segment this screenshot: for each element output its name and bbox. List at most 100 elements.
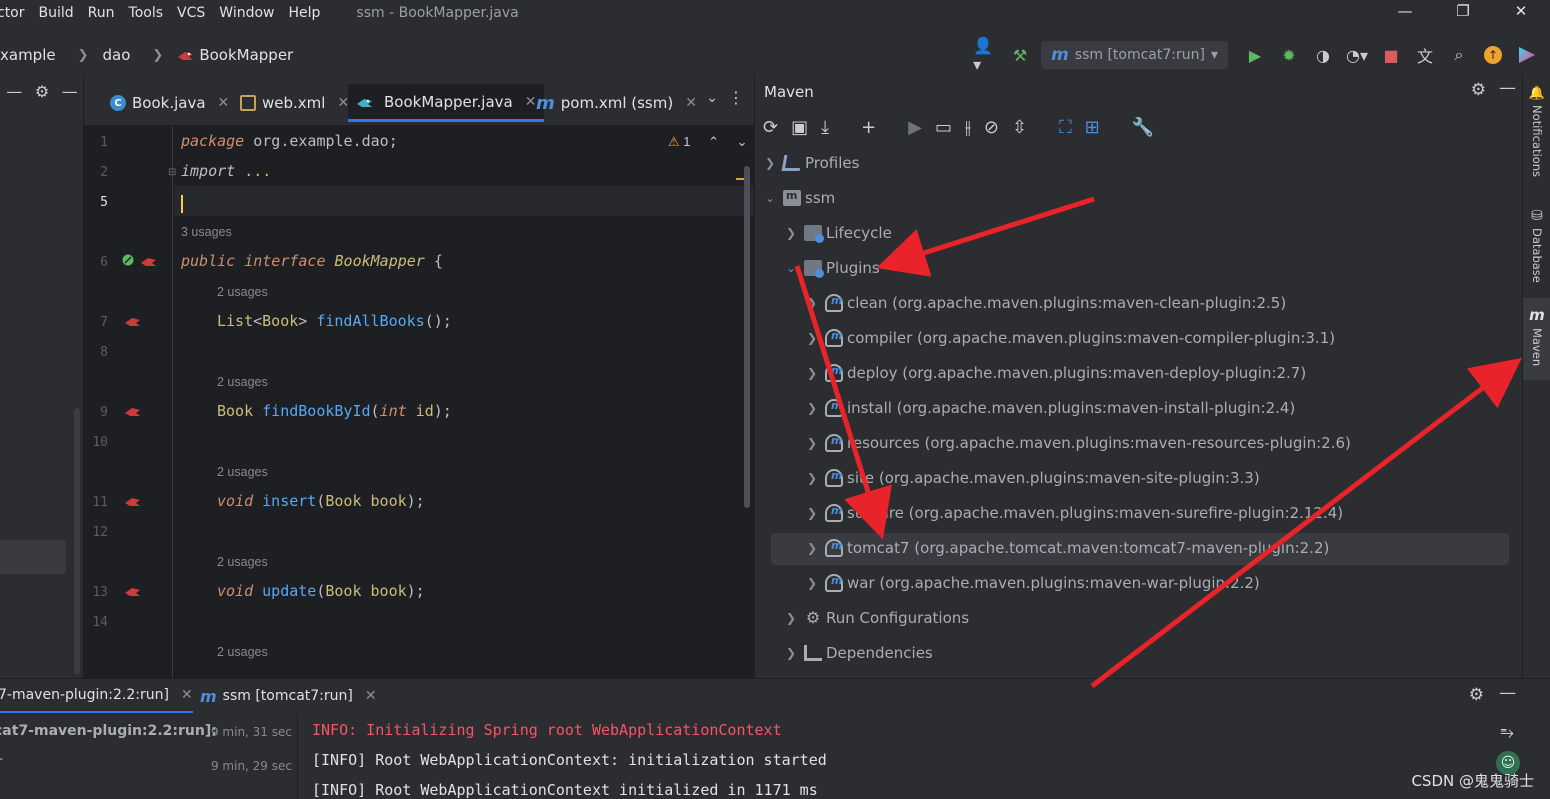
mybatis-bird-icon[interactable] xyxy=(140,255,158,267)
chevron-right-icon[interactable]: ❯ xyxy=(763,156,777,170)
run-tree-row[interactable]: cat7-maven-plugin:2.2:run]: 9 min, 31 se… xyxy=(0,717,298,747)
spring-leaf-icon[interactable] xyxy=(122,254,140,266)
close-window-icon[interactable]: ✕ xyxy=(1492,0,1550,26)
tree-item-plugins[interactable]: ⌄ Plugins xyxy=(784,253,880,283)
close-icon[interactable]: ✕ xyxy=(525,94,537,110)
database-tool-button[interactable]: ⛁ Database xyxy=(1523,208,1550,283)
menu-tools[interactable]: Tools xyxy=(129,5,164,21)
tree-item-run-configurations[interactable]: ❯ ⚙ Run Configurations xyxy=(784,603,969,633)
run-configuration-select[interactable]: m ssm [tomcat7:run] ▾ xyxy=(1041,41,1228,69)
chevron-down-icon[interactable]: ⌄ xyxy=(737,134,748,149)
plugin-logo-icon[interactable] xyxy=(1514,42,1540,68)
gear-icon[interactable]: ⚙ xyxy=(1471,80,1486,100)
tree-item-ssm[interactable]: ⌄ ssm xyxy=(763,183,835,213)
tree-item-plugin[interactable]: ❯ deploy (org.apache.maven.plugins:maven-… xyxy=(805,358,1306,388)
more-options-icon[interactable]: ⋮ xyxy=(728,88,744,107)
run-tree-row[interactable]: T 9 min, 29 sec xyxy=(0,751,298,781)
breadcrumb-package[interactable]: dao xyxy=(103,46,131,64)
mybatis-bird-icon[interactable] xyxy=(124,405,142,417)
menu-vcs[interactable]: VCS xyxy=(177,5,205,21)
chevron-right-icon[interactable]: ❯ xyxy=(784,226,798,240)
minimize-icon[interactable]: — xyxy=(62,82,78,101)
show-dependencies-icon[interactable]: ⛶ xyxy=(1059,117,1072,138)
chevron-right-icon[interactable]: ❯ xyxy=(805,296,819,310)
tree-item-lifecycle[interactable]: ❯ Lifecycle xyxy=(784,218,892,248)
analyze-icon[interactable]: ⊞ xyxy=(1085,117,1100,138)
tab-bookmapper-java[interactable]: BookMapper.java ✕ xyxy=(348,84,545,122)
usages-hint[interactable]: 2 usages xyxy=(217,645,268,659)
usages-hint[interactable]: 2 usages xyxy=(217,375,268,389)
debug-bug-icon[interactable]: ✹ xyxy=(1276,42,1302,68)
console-output[interactable]: INFO: Initializing Spring root WebApplic… xyxy=(312,713,1492,799)
user-icon[interactable]: 👤▾ xyxy=(973,36,999,74)
minimize-icon[interactable]: — xyxy=(1499,683,1516,703)
editor-scrollbar[interactable] xyxy=(744,166,750,508)
menu-refactor[interactable]: ctor xyxy=(0,5,25,21)
close-icon[interactable]: ✕ xyxy=(365,688,377,704)
minimize-icon[interactable]: — xyxy=(1499,78,1516,98)
project-scrollbar[interactable] xyxy=(74,408,80,674)
maven-tool-button[interactable]: m Maven xyxy=(1523,298,1550,380)
tree-item-plugin[interactable]: ❯ resources (org.apache.maven.plugins:mav… xyxy=(805,428,1351,458)
tree-item-dependencies[interactable]: ❯ Dependencies xyxy=(784,638,933,668)
code-area[interactable]: package org.example.dao; import ... 3 us… xyxy=(181,126,741,678)
menu-help[interactable]: Help xyxy=(288,5,320,21)
tab-book-java[interactable]: C Book.java ✕ xyxy=(110,84,229,122)
build-hammer-icon[interactable]: ⚒ xyxy=(1007,42,1033,68)
run-config-icon[interactable]: ▭ xyxy=(935,117,952,138)
menu-run[interactable]: Run xyxy=(88,5,115,21)
chevron-down-icon[interactable]: ⌄ xyxy=(784,261,798,275)
reload-icon[interactable]: ⟳ xyxy=(763,117,778,138)
gear-icon[interactable]: ⚙ xyxy=(1469,685,1484,705)
add-icon[interactable]: + xyxy=(861,117,876,138)
coverage-icon[interactable]: ◑ xyxy=(1310,42,1336,68)
toggle-offline-icon[interactable]: ⫲ xyxy=(965,117,971,138)
collapse-icon[interactable]: — xyxy=(6,82,22,101)
tree-item-plugin[interactable]: ❯ compiler (org.apache.maven.plugins:mave… xyxy=(805,323,1335,353)
usages-hint[interactable]: 3 usages xyxy=(181,225,232,239)
translate-icon[interactable]: 文 xyxy=(1412,42,1438,68)
menu-window[interactable]: Window xyxy=(219,5,274,21)
tab-web-xml[interactable]: web.xml ✕ xyxy=(240,84,349,122)
close-icon[interactable]: ✕ xyxy=(181,687,193,703)
chevron-right-icon[interactable]: ❯ xyxy=(805,331,819,345)
wrench-icon[interactable]: 🔧 xyxy=(1132,117,1154,138)
chevron-right-icon[interactable]: ❯ xyxy=(805,506,819,520)
chevron-right-icon[interactable]: ❯ xyxy=(784,611,798,625)
tree-item-plugin[interactable]: ❯ war (org.apache.maven.plugins:maven-war… xyxy=(805,568,1260,598)
mybatis-bird-icon[interactable] xyxy=(124,315,142,327)
minimize-window-icon[interactable]: — xyxy=(1376,0,1434,26)
generate-sources-icon[interactable]: ▣ xyxy=(791,117,808,138)
chevron-right-icon[interactable]: ❯ xyxy=(805,436,819,450)
tree-item-profiles[interactable]: ❯ Profiles xyxy=(763,148,860,178)
update-icon[interactable]: ↑ xyxy=(1480,42,1506,68)
chevron-right-icon[interactable]: ❯ xyxy=(805,576,819,590)
tree-item-plugin[interactable]: ❯ install (org.apache.maven.plugins:maven… xyxy=(805,393,1295,423)
profile-icon[interactable]: ◔▾ xyxy=(1344,42,1370,68)
selected-project-row[interactable] xyxy=(0,540,66,574)
chevron-down-icon[interactable]: ⌄ xyxy=(763,191,777,205)
chevron-right-icon[interactable]: ❯ xyxy=(805,366,819,380)
run-icon[interactable]: ▶ xyxy=(1242,42,1268,68)
mybatis-bird-icon[interactable] xyxy=(124,585,142,597)
breadcrumb-file[interactable]: BookMapper xyxy=(177,46,293,64)
notifications-tool-button[interactable]: 🔔 Notifications xyxy=(1523,86,1550,177)
chevron-down-icon[interactable]: ⌄ xyxy=(706,90,718,106)
inspection-widget[interactable]: ⚠ 1 ⌃ ⌄ xyxy=(668,134,748,150)
chevron-up-icon[interactable]: ⌃ xyxy=(708,134,719,149)
download-icon[interactable]: ⤓ xyxy=(821,117,829,138)
chevron-right-icon[interactable]: ❯ xyxy=(805,541,819,555)
chevron-right-icon[interactable]: ❯ xyxy=(784,646,798,660)
run-icon[interactable]: ▶ xyxy=(908,117,922,138)
close-icon[interactable]: ✕ xyxy=(685,95,697,111)
tree-item-plugin[interactable]: ❯ site (org.apache.maven.plugins:maven-si… xyxy=(805,463,1260,493)
chevron-right-icon[interactable]: ❯ xyxy=(805,471,819,485)
run-tab-tomcat7-plugin[interactable]: 7-maven-plugin:2.2:run] ✕ xyxy=(0,679,193,713)
tab-pom-xml[interactable]: m pom.xml (ssm) ✕ xyxy=(536,84,697,122)
close-icon[interactable]: ✕ xyxy=(218,95,230,111)
usages-hint[interactable]: 2 usages xyxy=(217,285,268,299)
chevron-right-icon[interactable]: ❯ xyxy=(805,401,819,415)
usages-hint[interactable]: 2 usages xyxy=(217,465,268,479)
stop-icon[interactable]: ■ xyxy=(1378,42,1404,68)
restore-window-icon[interactable]: ❐ xyxy=(1434,0,1492,26)
